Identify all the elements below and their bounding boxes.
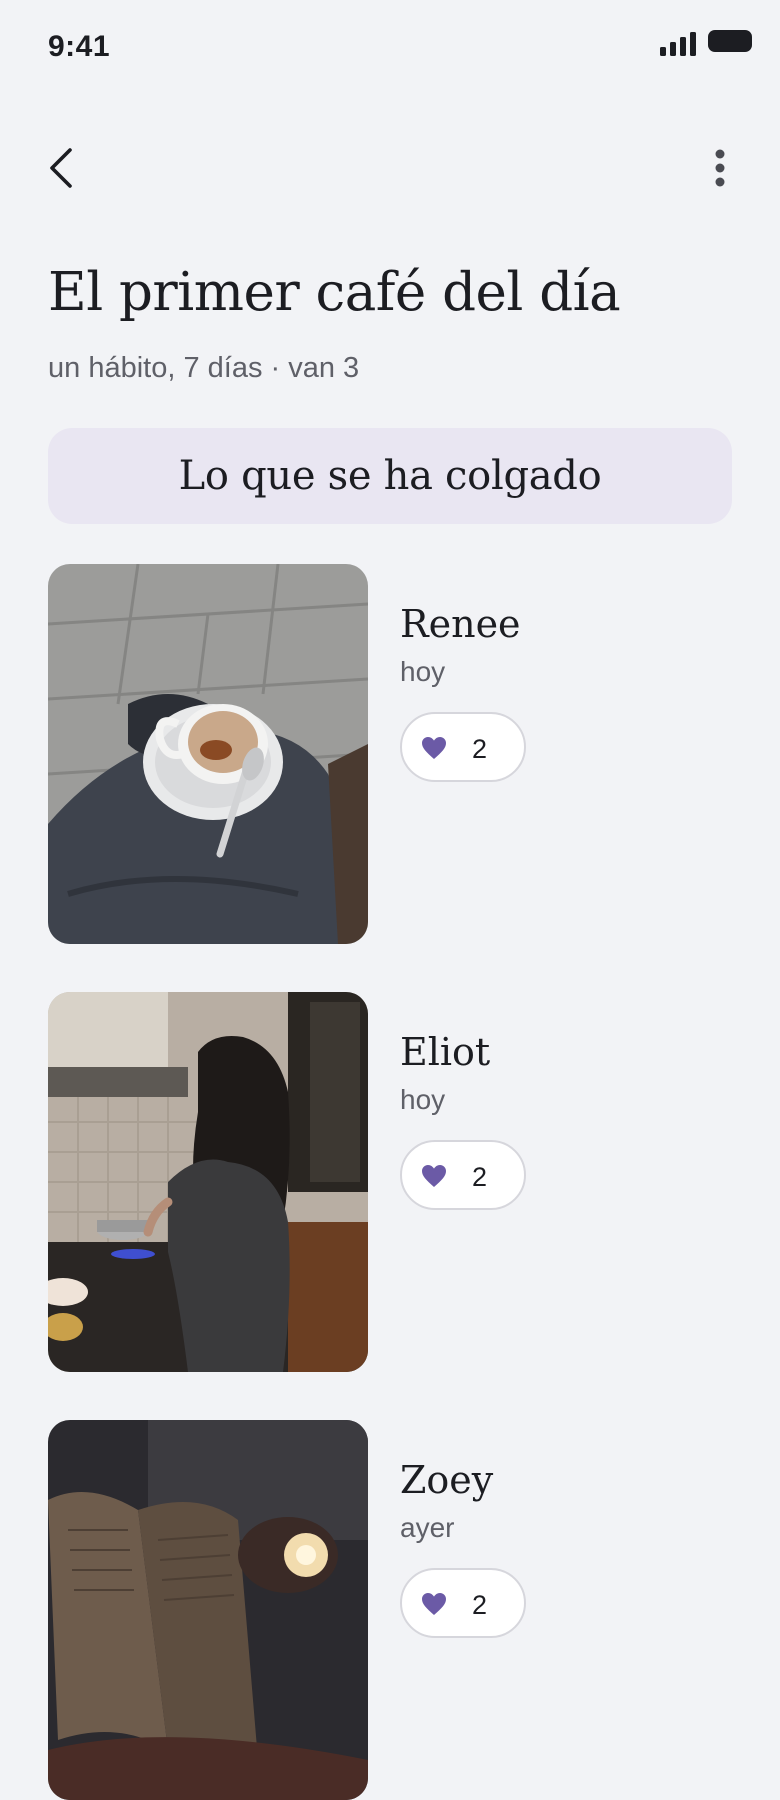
more-options-button[interactable]: [700, 140, 740, 196]
item-author-name: Renee: [400, 602, 521, 646]
item-author-name: Zoey: [400, 1458, 494, 1502]
more-vertical-icon: [715, 149, 725, 187]
like-count: 2: [472, 1590, 488, 1620]
item-timestamp: hoy: [400, 1084, 446, 1115]
heart-icon: [422, 1165, 446, 1187]
status-bar: 9:41: [0, 0, 780, 100]
item-timestamp: hoy: [400, 656, 446, 687]
like-button[interactable]: 2: [400, 712, 526, 782]
heart-icon: [422, 737, 446, 759]
nav-bar: [0, 130, 780, 210]
section-banner: Lo que se ha colgado: [48, 428, 732, 524]
like-count: 2: [472, 734, 488, 764]
like-button[interactable]: 2: [400, 1568, 526, 1638]
status-time: 9:41: [48, 30, 111, 63]
feed-item: Zoey ayer 2: [48, 1420, 732, 1800]
coffee-cup-on-lap-photo[interactable]: [48, 564, 368, 944]
section-title: Lo que se ha colgado: [178, 453, 602, 499]
feed-item: Eliot hoy 2: [48, 992, 732, 1372]
book-and-candle-photo[interactable]: [48, 1420, 368, 1800]
like-count: 2: [472, 1162, 488, 1192]
item-timestamp: ayer: [400, 1512, 455, 1543]
page-title: El primer café del día: [48, 262, 621, 323]
like-button[interactable]: 2: [400, 1140, 526, 1210]
chevron-left-icon: [50, 148, 72, 188]
back-button[interactable]: [36, 140, 86, 196]
feed-item: Renee hoy 2: [48, 564, 732, 944]
item-author-name: Eliot: [400, 1030, 491, 1074]
page-subtitle: un hábito, 7 días · van 3: [48, 352, 360, 384]
person-cooking-in-kitchen-photo[interactable]: [48, 992, 368, 1372]
heart-icon: [422, 1593, 446, 1615]
signal-bars-icon: [660, 32, 696, 56]
battery-icon: [708, 30, 752, 52]
